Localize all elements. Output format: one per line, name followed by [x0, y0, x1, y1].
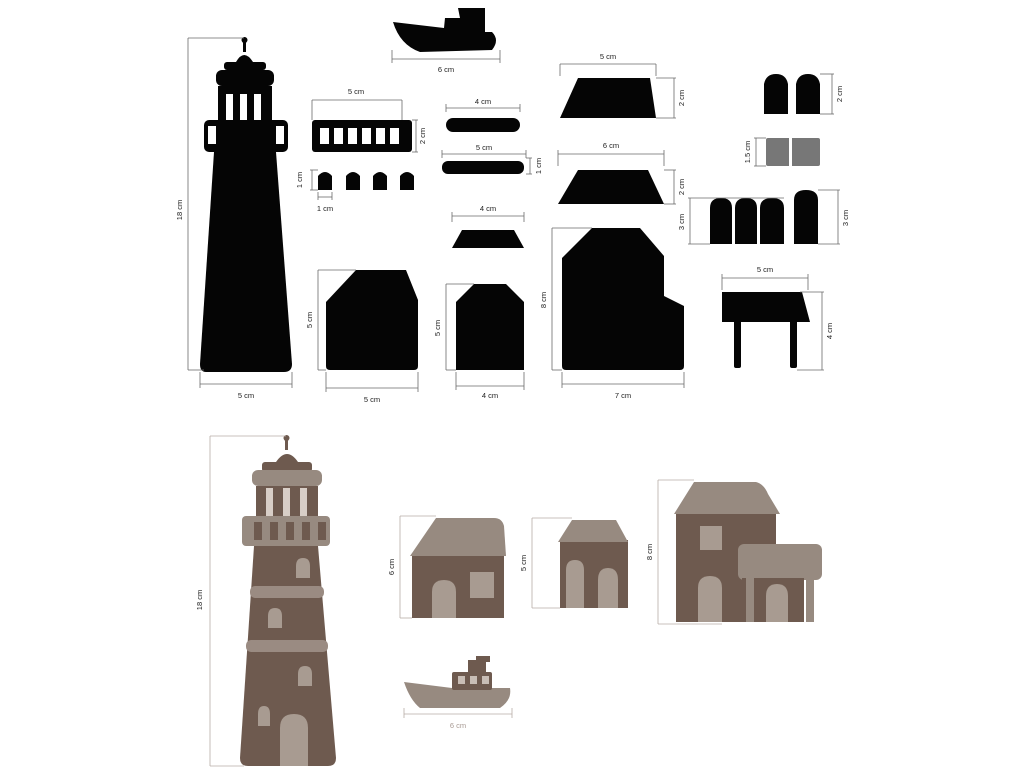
house-b-width-label: 4 cm [482, 391, 498, 400]
boat-silhouette [393, 8, 496, 52]
house-assembled-2: 5 cm [519, 517, 628, 609]
bar-piece-short: 5 cm 1 cm [441, 143, 543, 175]
boat-assembled: 6 cm [403, 656, 513, 730]
lighthouse-silhouette [200, 37, 292, 372]
lighthouse-width-label: 5 cm [238, 391, 254, 400]
railing-piece: 5 cm 2 cm [311, 87, 427, 153]
lighthouse-height-label: 18 cm [175, 200, 184, 220]
house-a-height-label: 5 cm [305, 312, 314, 328]
railing-width-label: 5 cm [348, 87, 364, 96]
bar-short-width-label: 5 cm [476, 143, 492, 152]
house-c-height-label: 8 cm [539, 292, 548, 308]
windows-height-label: 1 cm [295, 172, 304, 188]
preview-boat-width-label: 6 cm [450, 721, 466, 730]
porch-table-piece: 5 cm 4 cm [721, 265, 834, 371]
preview-house1-height-label: 6 cm [387, 559, 396, 575]
grey-piece-height-label: 1.5 cm [743, 141, 752, 164]
preview-house2-height-label: 5 cm [519, 555, 528, 571]
roof-mid-width-label: 6 cm [603, 141, 619, 150]
railing-height-label: 2 cm [418, 128, 427, 144]
arch-pieces: 2 cm [764, 73, 844, 115]
lighthouse-assembled: 18 cm [195, 435, 336, 767]
roof-piece-small: 4 cm [451, 204, 525, 248]
house-b-height-label: 5 cm [433, 320, 442, 336]
house-piece-b: 5 cm 4 cm [433, 283, 525, 400]
boat-width-dimension: 6 cm [391, 50, 501, 74]
table-width-label: 5 cm [757, 265, 773, 274]
house-c-width-label: 7 cm [615, 391, 631, 400]
template-sheet: 18 cm 5 cm 6 cm 5 cm 2 cm 1 cm 1 cm 4 cm… [175, 8, 850, 767]
bar-long-width-label: 4 cm [475, 97, 491, 106]
house-piece-a: 5 cm 5 cm [305, 269, 419, 404]
lighthouse-width-dimension: 5 cm [199, 372, 293, 400]
arch-small-height-label: 2 cm [835, 86, 844, 102]
house-a-width-label: 5 cm [364, 395, 380, 404]
roof-piece-mid: 6 cm 2 cm [557, 141, 686, 205]
preview-lighthouse-height-label: 18 cm [195, 590, 204, 610]
boat-width-label: 6 cm [438, 65, 454, 74]
door-pieces: 3 cm [677, 197, 784, 245]
preview-house3-height-label: 8 cm [645, 544, 654, 560]
door-single-height-label: 3 cm [841, 210, 850, 226]
roof-piece-big: 5 cm 2 cm [559, 52, 686, 119]
house-assembled-3: 8 cm [645, 479, 822, 625]
door-piece-single: 3 cm [794, 189, 850, 245]
table-height-label: 4 cm [825, 323, 834, 339]
grey-piece: 1.5 cm [743, 137, 820, 167]
roof-small-width-label: 4 cm [480, 204, 496, 213]
doors-height-label: 3 cm [677, 214, 686, 230]
windows-width-label: 1 cm [317, 204, 333, 213]
house-piece-c: 8 cm 7 cm [539, 227, 685, 400]
bar-short-height-label: 1 cm [534, 158, 543, 174]
roof-big-width-label: 5 cm [600, 52, 616, 61]
window-pieces: 1 cm 1 cm [295, 169, 414, 213]
bar-piece-long: 4 cm [445, 97, 521, 132]
roof-mid-height-label: 2 cm [677, 179, 686, 195]
house-assembled-1: 6 cm [387, 515, 506, 619]
roof-big-height-label: 2 cm [677, 90, 686, 106]
